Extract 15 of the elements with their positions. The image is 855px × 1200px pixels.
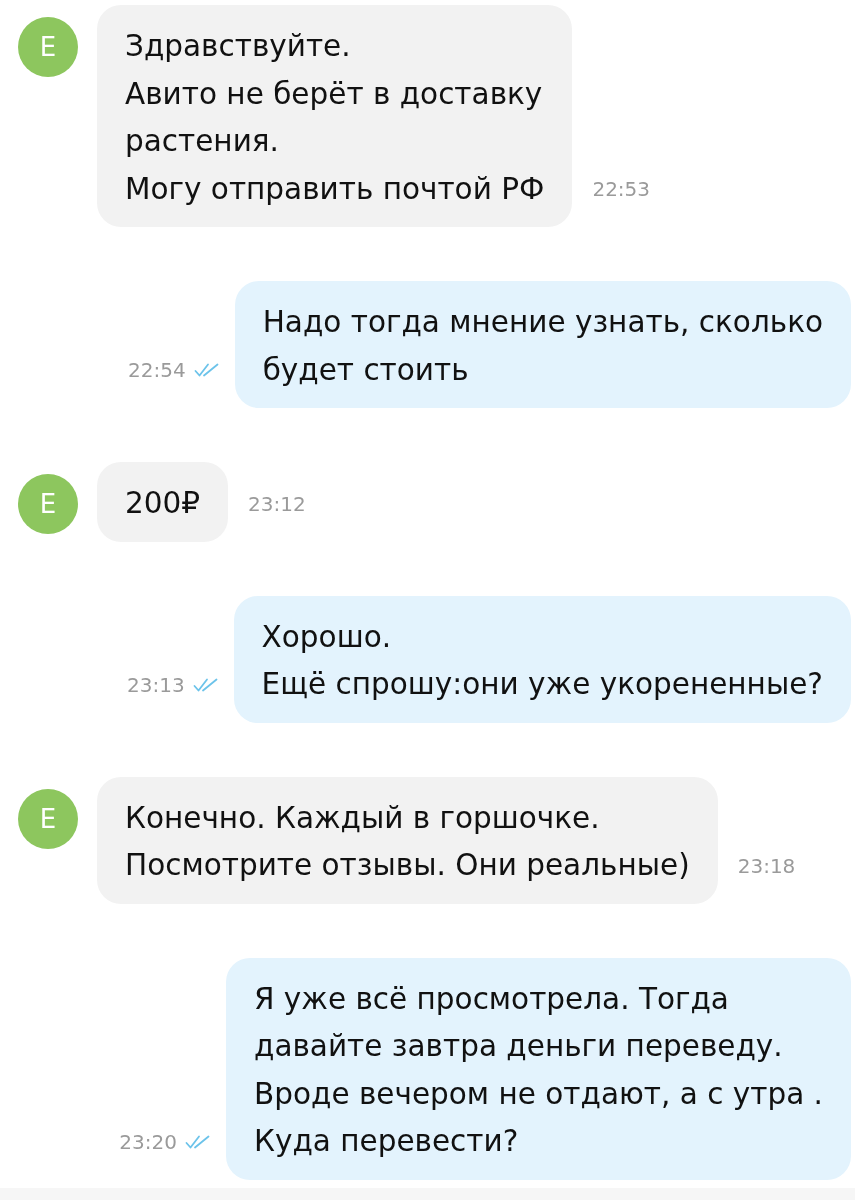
message-time: 23:12 xyxy=(248,492,306,515)
message-time: 23:13 xyxy=(126,673,185,696)
message-text: Я уже всё просмотрела. Тогда давайте завтра деньги переведу. Вроде вечером не отдают, а с утра . Куда перевести? xyxy=(254,980,823,1160)
avatar: Е xyxy=(18,17,78,77)
message-text: 200₽ xyxy=(125,485,201,522)
message-text: Конечно. Каждый в горшочке. Посмотрите отзывы. Они реальные) xyxy=(125,799,690,884)
message-time: 22:54 xyxy=(128,359,186,381)
message-text: Здравствуйте. Авито не берёт в доставку растения. Могу отправить почтой РФ xyxy=(125,28,545,208)
message-text: Хорошо. Ещё спрошу:они уже укорененные? xyxy=(261,618,823,703)
avatar: Е xyxy=(18,474,78,534)
message-text: Надо тогда мнение узнать, сколько будет стоить xyxy=(262,304,823,389)
avatar: Е xyxy=(18,788,78,849)
message-time: 23:18 xyxy=(737,854,796,877)
message-time: 23:20 xyxy=(119,1130,177,1153)
message-time: 22:53 xyxy=(592,178,651,200)
